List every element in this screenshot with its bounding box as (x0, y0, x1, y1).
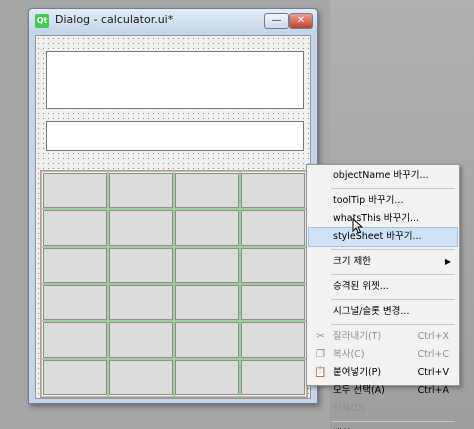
menu-item-change-tooltip[interactable]: toolTip 바꾸기... (309, 192, 457, 210)
grid-button[interactable] (173, 208, 241, 248)
grid-button[interactable] (173, 282, 241, 323)
grid-button[interactable] (107, 170, 175, 211)
menu-item-label: 붙여넣기(P) (333, 367, 382, 378)
grid-button[interactable] (173, 245, 241, 286)
form-canvas[interactable] (35, 35, 311, 399)
menu-separator (331, 274, 455, 275)
window-title: Dialog - calculator.ui* (55, 13, 174, 26)
grid-button[interactable] (107, 357, 175, 398)
paste-icon: 📋 (314, 367, 327, 378)
menu-item-size-constraints[interactable]: 크기 제한 ▶ (309, 253, 457, 271)
mouse-cursor-icon (352, 218, 364, 234)
grid-button[interactable] (173, 170, 241, 211)
menu-item-promoted-widgets[interactable]: 승격된 위젯... (309, 278, 457, 296)
grid-button[interactable] (239, 282, 307, 323)
designer-form-window: Qt Dialog - calculator.ui* — ✕ (28, 8, 318, 404)
menu-item-shortcut: Ctrl+V (417, 367, 449, 378)
menu-item-delete[interactable]: 삭제(D) (309, 400, 457, 418)
grid-button[interactable] (239, 170, 307, 211)
minimize-button[interactable]: — (264, 13, 289, 29)
grid-button[interactable] (107, 208, 175, 248)
grid-button[interactable] (41, 282, 109, 323)
grid-button[interactable] (41, 357, 109, 398)
grid-button[interactable] (41, 170, 109, 211)
menu-item-label: objectName 바꾸기... (333, 170, 429, 181)
menu-item-label: toolTip 바꾸기... (333, 195, 404, 206)
menu-item-change-signals-slots[interactable]: 시그널/슬롯 변경... (309, 303, 457, 321)
menu-item-label: 크기 제한 (333, 256, 371, 267)
menu-item-select-all[interactable]: 모두 선택(A) Ctrl+A (309, 382, 457, 400)
grid-button[interactable] (41, 245, 109, 286)
menu-item-label: styleSheet 바꾸기... (333, 231, 422, 242)
menu-item-label: 모두 선택(A) (333, 385, 385, 396)
grid-button[interactable] (41, 320, 109, 360)
copy-icon: ❐ (316, 349, 325, 360)
menu-separator (331, 324, 455, 325)
grid-button[interactable] (41, 208, 109, 248)
scissors-icon: ✂ (316, 331, 325, 342)
menu-item-shortcut: Ctrl+X (417, 331, 449, 342)
grid-button[interactable] (107, 282, 175, 323)
context-menu: objectName 바꾸기... toolTip 바꾸기... whatsTh… (306, 164, 460, 429)
menu-item-change-objectname[interactable]: objectName 바꾸기... (309, 167, 457, 185)
menu-item-change-whatsthis[interactable]: whatsThis 바꾸기... (309, 210, 457, 228)
input-line-edit[interactable] (46, 121, 304, 151)
grid-button[interactable] (239, 320, 307, 360)
menu-item-change-stylesheet[interactable]: styleSheet 바꾸기... (308, 227, 458, 247)
menu-item-layout[interactable]: 배치 ▶ (309, 425, 457, 429)
menu-separator (331, 188, 455, 189)
submenu-arrow-icon: ▶ (444, 257, 451, 266)
menu-separator (331, 299, 455, 300)
title-bar[interactable]: Qt Dialog - calculator.ui* — ✕ (29, 9, 317, 33)
menu-item-shortcut: Ctrl+C (417, 349, 450, 360)
grid-button[interactable] (239, 208, 307, 248)
grid-button[interactable] (173, 357, 241, 398)
menu-item-copy[interactable]: ❐ 복사(C) Ctrl+C (309, 346, 457, 364)
menu-separator (331, 249, 455, 250)
submenu-arrow-icon: ▶ (445, 425, 451, 429)
menu-item-shortcut: Ctrl+A (417, 385, 449, 396)
menu-separator (331, 421, 455, 422)
grid-button[interactable] (239, 245, 307, 286)
menu-item-paste[interactable]: 📋 붙여넣기(P) Ctrl+V (309, 364, 457, 382)
grid-button[interactable] (107, 245, 175, 286)
grid-button[interactable] (239, 357, 307, 398)
menu-item-label: 삭제(D) (333, 403, 366, 414)
menu-item-label: whatsThis 바꾸기... (333, 213, 419, 224)
display-widget[interactable] (46, 51, 304, 109)
close-button[interactable]: ✕ (289, 13, 313, 29)
menu-item-label: 잘라내기(T) (333, 331, 382, 342)
grid-button[interactable] (107, 320, 175, 360)
grid-button[interactable] (173, 320, 241, 360)
menu-item-cut[interactable]: ✂ 잘라내기(T) Ctrl+X (309, 328, 457, 346)
menu-item-label: 시그널/슬롯 변경... (333, 306, 410, 317)
button-grid-layout[interactable] (40, 170, 308, 398)
qt-app-icon: Qt (35, 14, 49, 28)
menu-item-label: 복사(C) (333, 349, 365, 360)
menu-item-label: 승격된 위젯... (333, 281, 389, 292)
